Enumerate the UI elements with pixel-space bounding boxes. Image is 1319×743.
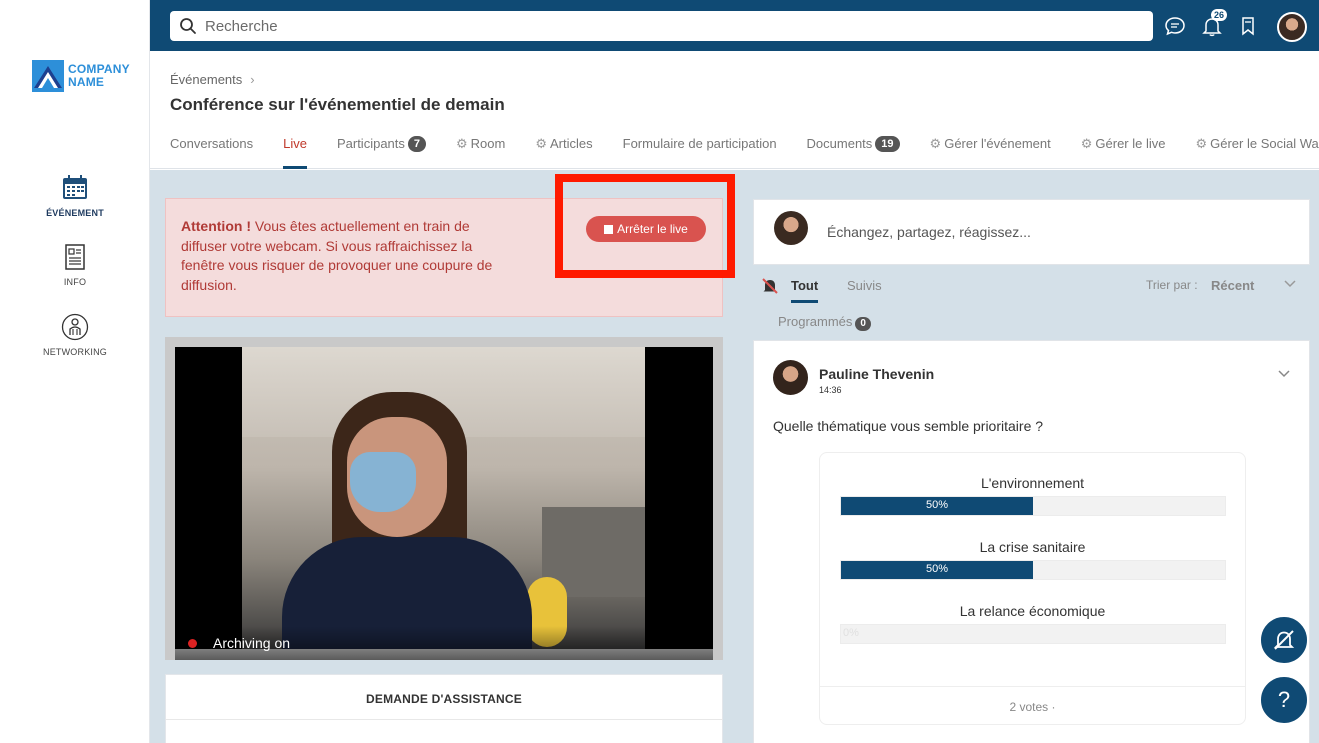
- notifications-button[interactable]: 26: [1201, 9, 1228, 37]
- sidebar-item-label: NETWORKING: [43, 347, 107, 357]
- poll-option-bar[interactable]: 50%: [840, 496, 1226, 516]
- tab-conversations[interactable]: Conversations: [170, 136, 253, 169]
- main-content: Attention ! Vous êtes actuellement en tr…: [150, 170, 1319, 743]
- feed-tab-scheduled[interactable]: Programmés 0: [778, 314, 871, 331]
- author-name[interactable]: Pauline Thevenin: [819, 366, 934, 382]
- tab-room[interactable]: ⚙ Room: [456, 136, 505, 169]
- help-icon: ?: [1277, 687, 1291, 712]
- sidebar: COMPANY NAME ÉVÉNEMENT INFO NETWORKING: [0, 0, 150, 743]
- tab-documents[interactable]: Documents 19: [807, 136, 900, 169]
- tab-gerer-live[interactable]: ⚙ Gérer le live: [1081, 136, 1166, 169]
- poll-question: Quelle thématique vous semble prioritair…: [773, 418, 1044, 434]
- user-avatar[interactable]: [1277, 12, 1307, 42]
- event-header: Événements › Conférence sur l'événementie…: [150, 51, 1319, 169]
- poll-option-label: La crise sanitaire: [979, 539, 1086, 555]
- post-time: 14:36: [819, 385, 842, 395]
- gear-icon: ⚙: [929, 136, 942, 151]
- webcam-feed: [242, 347, 645, 649]
- bookmark-icon[interactable]: [1237, 15, 1259, 37]
- company-logo-icon: [32, 60, 64, 92]
- composer-avatar: [774, 211, 808, 245]
- composer-placeholder[interactable]: Échangez, partagez, réagissez...: [827, 224, 1031, 240]
- post-composer[interactable]: Échangez, partagez, réagissez...: [753, 199, 1310, 265]
- tab-live[interactable]: Live: [283, 136, 307, 169]
- feed-tab-all[interactable]: Tout: [791, 278, 819, 303]
- help-button[interactable]: ?: [1259, 675, 1309, 725]
- bell-off-icon: [1273, 630, 1295, 650]
- gear-icon: ⚙: [1195, 136, 1208, 151]
- poll-option-label: La relance économique: [959, 603, 1106, 619]
- poll-bar-percent: 0%: [843, 627, 859, 639]
- webcam-video[interactable]: [175, 347, 713, 649]
- tab-gerer-evenement[interactable]: ⚙ Gérer l'événement: [930, 136, 1051, 169]
- sidebar-item-evenement[interactable]: ÉVÉNEMENT: [0, 174, 150, 218]
- sidebar-item-networking[interactable]: NETWORKING: [0, 313, 150, 357]
- gear-icon: ⚙: [456, 136, 468, 151]
- highlight-annotation: [555, 174, 735, 278]
- webcam-panel: Archiving on: [165, 337, 723, 660]
- calendar-icon: [63, 175, 87, 199]
- poll-option-bar[interactable]: 0%: [840, 624, 1226, 644]
- archiving-status: Archiving on: [175, 626, 713, 660]
- search-icon: [180, 18, 196, 34]
- chat-icon[interactable]: [1164, 15, 1186, 37]
- poll-votes-count: 2 votes ·: [1009, 700, 1056, 714]
- feed-tab-followed[interactable]: Suivis: [847, 278, 882, 293]
- author-avatar[interactable]: [773, 360, 808, 395]
- event-tabs: Conversations Live Participants 7 ⚙ Room ⚙…: [170, 136, 1319, 169]
- poll-bar-percent: 50%: [925, 563, 949, 575]
- poll-option-bar[interactable]: 50%: [840, 560, 1226, 580]
- tab-formulaire[interactable]: Formulaire de participation: [623, 136, 777, 169]
- alert-message: Attention ! Vous êtes actuellement en tr…: [181, 218, 493, 293]
- gear-icon: ⚙: [535, 136, 548, 151]
- sidebar-item-label: ÉVÉNEMENT: [46, 208, 104, 218]
- documents-count-badge: 19: [875, 136, 900, 152]
- company-logo[interactable]: COMPANY NAME: [32, 60, 130, 92]
- search-input[interactable]: [205, 17, 1153, 35]
- document-icon: [65, 244, 85, 270]
- participants-count-badge: 7: [407, 136, 427, 152]
- sidebar-item-info[interactable]: INFO: [0, 243, 150, 287]
- feed-filters: Tout Suivis Trier par : Récent Programmé…: [753, 274, 1310, 334]
- mute-live-button[interactable]: [1259, 615, 1309, 665]
- sort-label: Trier par :: [1146, 278, 1198, 292]
- poll-results: L'environnement 50% La crise sanitaire 5…: [819, 452, 1246, 725]
- recording-dot-icon: [188, 638, 197, 648]
- breadcrumb[interactable]: Événements ›: [170, 72, 255, 87]
- breadcrumb-item[interactable]: Événements: [170, 72, 242, 87]
- scheduled-count-badge: 0: [855, 317, 871, 331]
- sort-select[interactable]: Récent: [1211, 278, 1254, 293]
- search-bar[interactable]: [170, 11, 1153, 41]
- sidebar-item-label: INFO: [63, 277, 87, 287]
- poll-bar-percent: 50%: [925, 499, 949, 511]
- tab-participants[interactable]: Participants 7: [337, 136, 427, 169]
- notification-badge: 26: [1211, 9, 1228, 21]
- tab-gerer-social-wall[interactable]: ⚙ Gérer le Social Wall: [1195, 136, 1319, 169]
- poll-option-label: L'environnement: [980, 475, 1085, 491]
- company-logo-text: COMPANY NAME: [68, 62, 130, 89]
- tab-articles[interactable]: ⚙ Articles: [535, 136, 592, 169]
- poll-post: Pauline Thevenin 14:36 Quelle thématique…: [753, 340, 1310, 743]
- gear-icon: ⚙: [1080, 136, 1093, 151]
- assistance-panel: DEMANDE D'ASSISTANCE: [165, 674, 723, 743]
- chevron-down-icon[interactable]: [1283, 276, 1297, 290]
- assistance-title: DEMANDE D'ASSISTANCE: [366, 692, 522, 706]
- page-title: Conférence sur l'événementiel de demain: [170, 95, 505, 114]
- bell-off-icon[interactable]: [760, 276, 780, 296]
- person-icon: [61, 313, 89, 341]
- chevron-right-icon: ›: [250, 72, 255, 87]
- chevron-down-icon[interactable]: [1277, 366, 1291, 380]
- top-bar: 26: [150, 0, 1319, 51]
